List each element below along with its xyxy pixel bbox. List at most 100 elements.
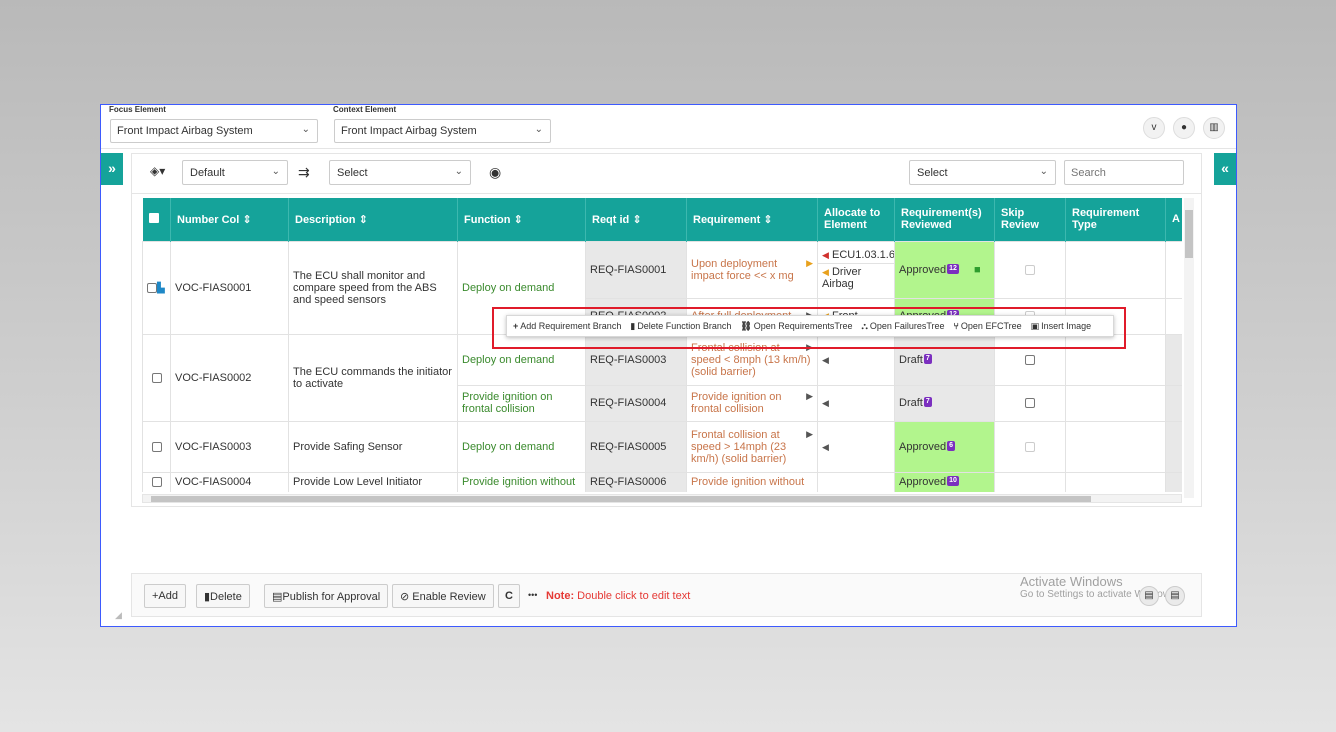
- comment-badge[interactable]: 7: [923, 353, 932, 364]
- select-all-checkbox[interactable]: [148, 212, 159, 223]
- skip-review-cell[interactable]: [994, 471, 1066, 492]
- function-cell[interactable]: Provide ignition without: [457, 471, 586, 492]
- row-checkbox-cell[interactable]: [142, 420, 171, 473]
- arrow-right-icon[interactable]: ▶: [806, 429, 813, 440]
- check-square-icon[interactable]: ■: [974, 264, 981, 276]
- more-icon[interactable]: •••: [528, 590, 537, 600]
- description-cell[interactable]: Provide Safing Sensor: [288, 420, 458, 473]
- type-cell[interactable]: [1065, 240, 1166, 299]
- arrow-left-icon[interactable]: ◀: [822, 267, 829, 277]
- type-cell[interactable]: [1065, 384, 1166, 422]
- expand-right-icon[interactable]: «: [1214, 153, 1236, 185]
- eye-icon[interactable]: ◉: [489, 164, 501, 181]
- requirement-cell[interactable]: ▶ Upon deployment impact force << x mg: [686, 240, 818, 299]
- reqt-id-cell[interactable]: REQ-FIAS0006: [585, 471, 687, 492]
- header-reqt-id[interactable]: Reqt id ⇕: [585, 198, 687, 241]
- v-icon[interactable]: v: [1143, 117, 1165, 139]
- arrow-left-icon[interactable]: ◀: [822, 442, 829, 452]
- document-icon[interactable]: ▤: [1165, 586, 1185, 606]
- header-description[interactable]: Description ⇕: [288, 198, 458, 241]
- publish-for-approval-button[interactable]: ▤Publish for Approval: [264, 584, 389, 608]
- resize-handle-icon[interactable]: ◢: [115, 610, 122, 621]
- context-element-select[interactable]: Front Impact Airbag System ⌄: [334, 119, 551, 143]
- scroll-thumb[interactable]: [1185, 210, 1193, 258]
- header-type[interactable]: Requirement Type: [1065, 198, 1166, 241]
- number-cell[interactable]: VOC-FIAS0002: [170, 333, 289, 422]
- enable-review-button[interactable]: ⊘ Enable Review: [392, 584, 494, 608]
- skip-review-checkbox[interactable]: [1025, 354, 1035, 365]
- header-requirement[interactable]: Requirement ⇕: [686, 198, 818, 241]
- view-select[interactable]: Default ⌄: [182, 160, 288, 185]
- add-button[interactable]: +Add: [144, 584, 186, 608]
- requirement-cell[interactable]: Provide ignition without: [686, 471, 818, 492]
- drop-icon[interactable]: ●: [1173, 117, 1195, 139]
- arrow-right-icon[interactable]: ▶: [806, 258, 813, 269]
- arrow-left-icon[interactable]: ◀: [822, 250, 829, 260]
- header-number[interactable]: Number Col ⇕: [170, 198, 289, 241]
- row-checkbox-cell[interactable]: [142, 333, 171, 422]
- requirement-cell[interactable]: ▶ Frontal collision at speed > 14mph (23 …: [686, 420, 818, 473]
- row-checkbox-cell[interactable]: [142, 471, 171, 492]
- focus-element-select[interactable]: Front Impact Airbag System ⌄: [110, 119, 318, 143]
- description-cell[interactable]: The ECU commands the initiator to activa…: [288, 333, 458, 422]
- select-all-header[interactable]: [142, 198, 171, 241]
- scroll-thumb[interactable]: [151, 496, 1091, 502]
- table-row[interactable]: ▙ VOC-FIAS0001 The ECU shall monitor and…: [142, 240, 1182, 335]
- header-skip[interactable]: Skip Review: [994, 198, 1066, 241]
- tree-icon[interactable]: ⇉: [298, 164, 310, 181]
- search-input[interactable]: [1064, 160, 1184, 185]
- comment-badge[interactable]: 12: [947, 263, 959, 274]
- number-cell[interactable]: VOC-FIAS0001: [170, 240, 289, 335]
- delete-button[interactable]: ▮Delete: [196, 584, 250, 608]
- header-allocate[interactable]: Allocate to Element: [817, 198, 895, 241]
- number-cell[interactable]: VOC-FIAS0004: [170, 471, 289, 492]
- table-row[interactable]: VOC-FIAS0004 Provide Low Level Initiator…: [142, 471, 1182, 492]
- skip-review-cell[interactable]: [994, 240, 1066, 299]
- function-cell[interactable]: Deploy on demand: [457, 420, 586, 473]
- comment-badge[interactable]: 6: [947, 440, 955, 451]
- table-row[interactable]: VOC-FIAS0003 Provide Safing Sensor Deplo…: [142, 420, 1182, 473]
- skip-review-checkbox[interactable]: [1025, 264, 1035, 275]
- reviewed-cell[interactable]: Approved 6: [894, 420, 995, 473]
- reqt-id-cell[interactable]: REQ-FIAS0005: [585, 420, 687, 473]
- filter-select[interactable]: Select ⌄: [329, 160, 471, 185]
- row-checkbox[interactable]: [151, 372, 162, 383]
- skip-review-cell[interactable]: [994, 420, 1066, 473]
- arrow-left-icon[interactable]: ◀: [822, 355, 829, 365]
- allocate-cell[interactable]: [817, 471, 895, 492]
- layers-icon[interactable]: ◈▾: [150, 164, 165, 178]
- reqt-id-cell[interactable]: REQ-FIAS0001: [585, 240, 687, 299]
- horizontal-scrollbar[interactable]: [142, 494, 1182, 503]
- arrow-left-icon[interactable]: ◀: [822, 398, 829, 408]
- row-checkbox[interactable]: [151, 441, 162, 452]
- refresh-icon[interactable]: C: [498, 584, 520, 608]
- number-cell[interactable]: VOC-FIAS0003: [170, 420, 289, 473]
- header-function[interactable]: Function ⇕: [457, 198, 586, 241]
- requirement-cell[interactable]: ▶ Provide ignition on frontal collision: [686, 384, 818, 422]
- reviewed-cell[interactable]: Draft 7: [894, 384, 995, 422]
- skip-review-checkbox[interactable]: [1025, 441, 1035, 452]
- expand-left-icon[interactable]: »: [101, 153, 123, 185]
- arrow-right-icon[interactable]: ▶: [806, 391, 813, 402]
- header-reviewed[interactable]: Requirement(s) Reviewed: [894, 198, 995, 241]
- skip-review-checkbox[interactable]: [1025, 398, 1035, 409]
- type-cell[interactable]: [1065, 471, 1166, 492]
- chart-icon[interactable]: ▥: [1203, 117, 1225, 139]
- allocate-cell[interactable]: ◀ ECU1.03.1.67 ◀ Driver Airbag: [817, 240, 895, 299]
- allocate-item[interactable]: ECU1.03.1.67: [832, 249, 894, 261]
- description-cell[interactable]: The ECU shall monitor and compare speed …: [288, 240, 458, 335]
- skip-review-cell[interactable]: [994, 384, 1066, 422]
- comment-badge[interactable]: 10: [947, 475, 959, 486]
- vertical-scrollbar[interactable]: [1184, 198, 1194, 498]
- document-icon[interactable]: ▤: [1139, 586, 1159, 606]
- column-select[interactable]: Select ⌄: [909, 160, 1056, 185]
- doc-icon[interactable]: ▙: [157, 283, 165, 294]
- function-cell[interactable]: Provide ignition on frontal collision: [457, 384, 586, 422]
- reviewed-cell[interactable]: Approved 10: [894, 471, 995, 492]
- row-checkbox[interactable]: [147, 282, 157, 293]
- header-extra[interactable]: A: [1165, 198, 1182, 241]
- type-cell[interactable]: [1065, 420, 1166, 473]
- reqt-id-cell[interactable]: REQ-FIAS0004: [585, 384, 687, 422]
- description-cell[interactable]: Provide Low Level Initiator: [288, 471, 458, 492]
- reviewed-cell[interactable]: Approved 12 ■: [894, 240, 995, 299]
